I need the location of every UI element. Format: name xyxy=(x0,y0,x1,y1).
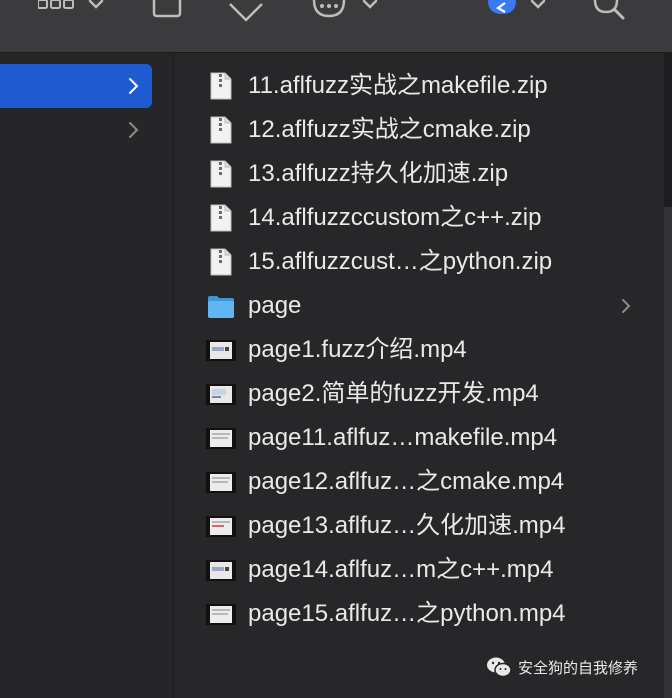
file-row[interactable]: page1.fuzz介绍.mp4 xyxy=(174,328,664,372)
file-row[interactable]: 15.aflfuzzcust…之python.zip xyxy=(174,240,664,284)
video-file-icon xyxy=(206,340,236,361)
file-name: page2.简单的fuzz开发.mp4 xyxy=(248,380,539,407)
file-name: page1.fuzz介绍.mp4 xyxy=(248,336,467,363)
file-row[interactable]: page2.简单的fuzz开发.mp4 xyxy=(174,372,664,416)
finder-toolbar xyxy=(0,0,672,53)
parent-column xyxy=(0,53,174,698)
selected-folder-row[interactable] xyxy=(0,64,152,108)
folder-row[interactable]: page xyxy=(174,284,664,328)
file-row[interactable]: page13.aflfuz…久化加速.mp4 xyxy=(174,504,664,548)
file-name: 11.aflfuzz实战之makefile.zip xyxy=(248,72,548,99)
file-row[interactable]: page14.aflfuz…m之c++.mp4 xyxy=(174,548,664,592)
airdrop-button[interactable] xyxy=(488,0,548,18)
file-name: page xyxy=(248,292,302,319)
share-icon xyxy=(152,0,182,18)
file-row[interactable]: page12.aflfuz…之cmake.mp4 xyxy=(174,460,664,504)
ellipsis-circle-icon xyxy=(312,0,378,18)
grid-view-icon xyxy=(37,0,104,9)
file-name: 13.aflfuzz持久化加速.zip xyxy=(248,160,509,187)
zip-file-icon xyxy=(210,204,232,232)
watermark-text: 安全狗的自我修养 xyxy=(518,659,639,677)
chevron-right-icon xyxy=(622,299,631,313)
next-column-edge xyxy=(664,207,672,698)
video-file-icon xyxy=(206,384,236,405)
chevron-right-icon xyxy=(129,78,139,94)
watermark: 安全狗的自我修养 xyxy=(486,654,638,680)
video-file-icon xyxy=(206,604,236,625)
file-row[interactable]: 14.aflfuzzccustom之c++.zip xyxy=(174,196,664,240)
search-icon xyxy=(593,0,625,20)
file-row[interactable]: 11.aflfuzz实战之makefile.zip xyxy=(174,64,664,108)
tags-button[interactable] xyxy=(226,0,266,22)
file-name: page12.aflfuz…之cmake.mp4 xyxy=(248,468,565,495)
folder-row[interactable] xyxy=(0,108,152,152)
file-name: 12.aflfuzz实战之cmake.zip xyxy=(248,116,531,143)
video-file-icon xyxy=(206,516,236,537)
video-file-icon xyxy=(206,428,236,449)
share-button[interactable] xyxy=(152,0,182,18)
file-name: 15.aflfuzzcust…之python.zip xyxy=(248,248,553,275)
zip-file-icon xyxy=(210,116,232,144)
file-row[interactable]: page15.aflfuz…之python.mp4 xyxy=(174,592,664,636)
file-name: page15.aflfuz…之python.mp4 xyxy=(248,600,566,627)
file-list-column: 11.aflfuzz实战之makefile.zip 12.aflfuzz实战之c… xyxy=(174,53,664,698)
file-name: page13.aflfuz…久化加速.mp4 xyxy=(248,512,566,539)
view-options-button[interactable] xyxy=(37,0,112,16)
action-button[interactable] xyxy=(312,0,378,18)
file-name: page11.aflfuz…makefile.mp4 xyxy=(248,424,558,451)
video-file-icon xyxy=(206,472,236,493)
search-button[interactable] xyxy=(592,0,626,20)
file-row[interactable]: 12.aflfuzz实战之cmake.zip xyxy=(174,108,664,152)
tag-icon xyxy=(229,3,263,22)
file-row[interactable]: 13.aflfuzz持久化加速.zip xyxy=(174,152,664,196)
video-file-icon xyxy=(206,560,236,581)
file-name: page14.aflfuz…m之c++.mp4 xyxy=(248,556,554,583)
zip-file-icon xyxy=(210,248,232,276)
folder-icon xyxy=(208,296,234,318)
zip-file-icon xyxy=(210,160,232,188)
zip-file-icon xyxy=(210,72,232,100)
wechat-icon xyxy=(487,657,512,678)
file-row[interactable]: page11.aflfuz…makefile.mp4 xyxy=(174,416,664,460)
chevron-right-icon xyxy=(129,122,139,138)
next-column-edge xyxy=(664,53,672,207)
back-arrow-icon xyxy=(488,0,546,14)
file-name: 14.aflfuzzccustom之c++.zip xyxy=(248,204,542,231)
